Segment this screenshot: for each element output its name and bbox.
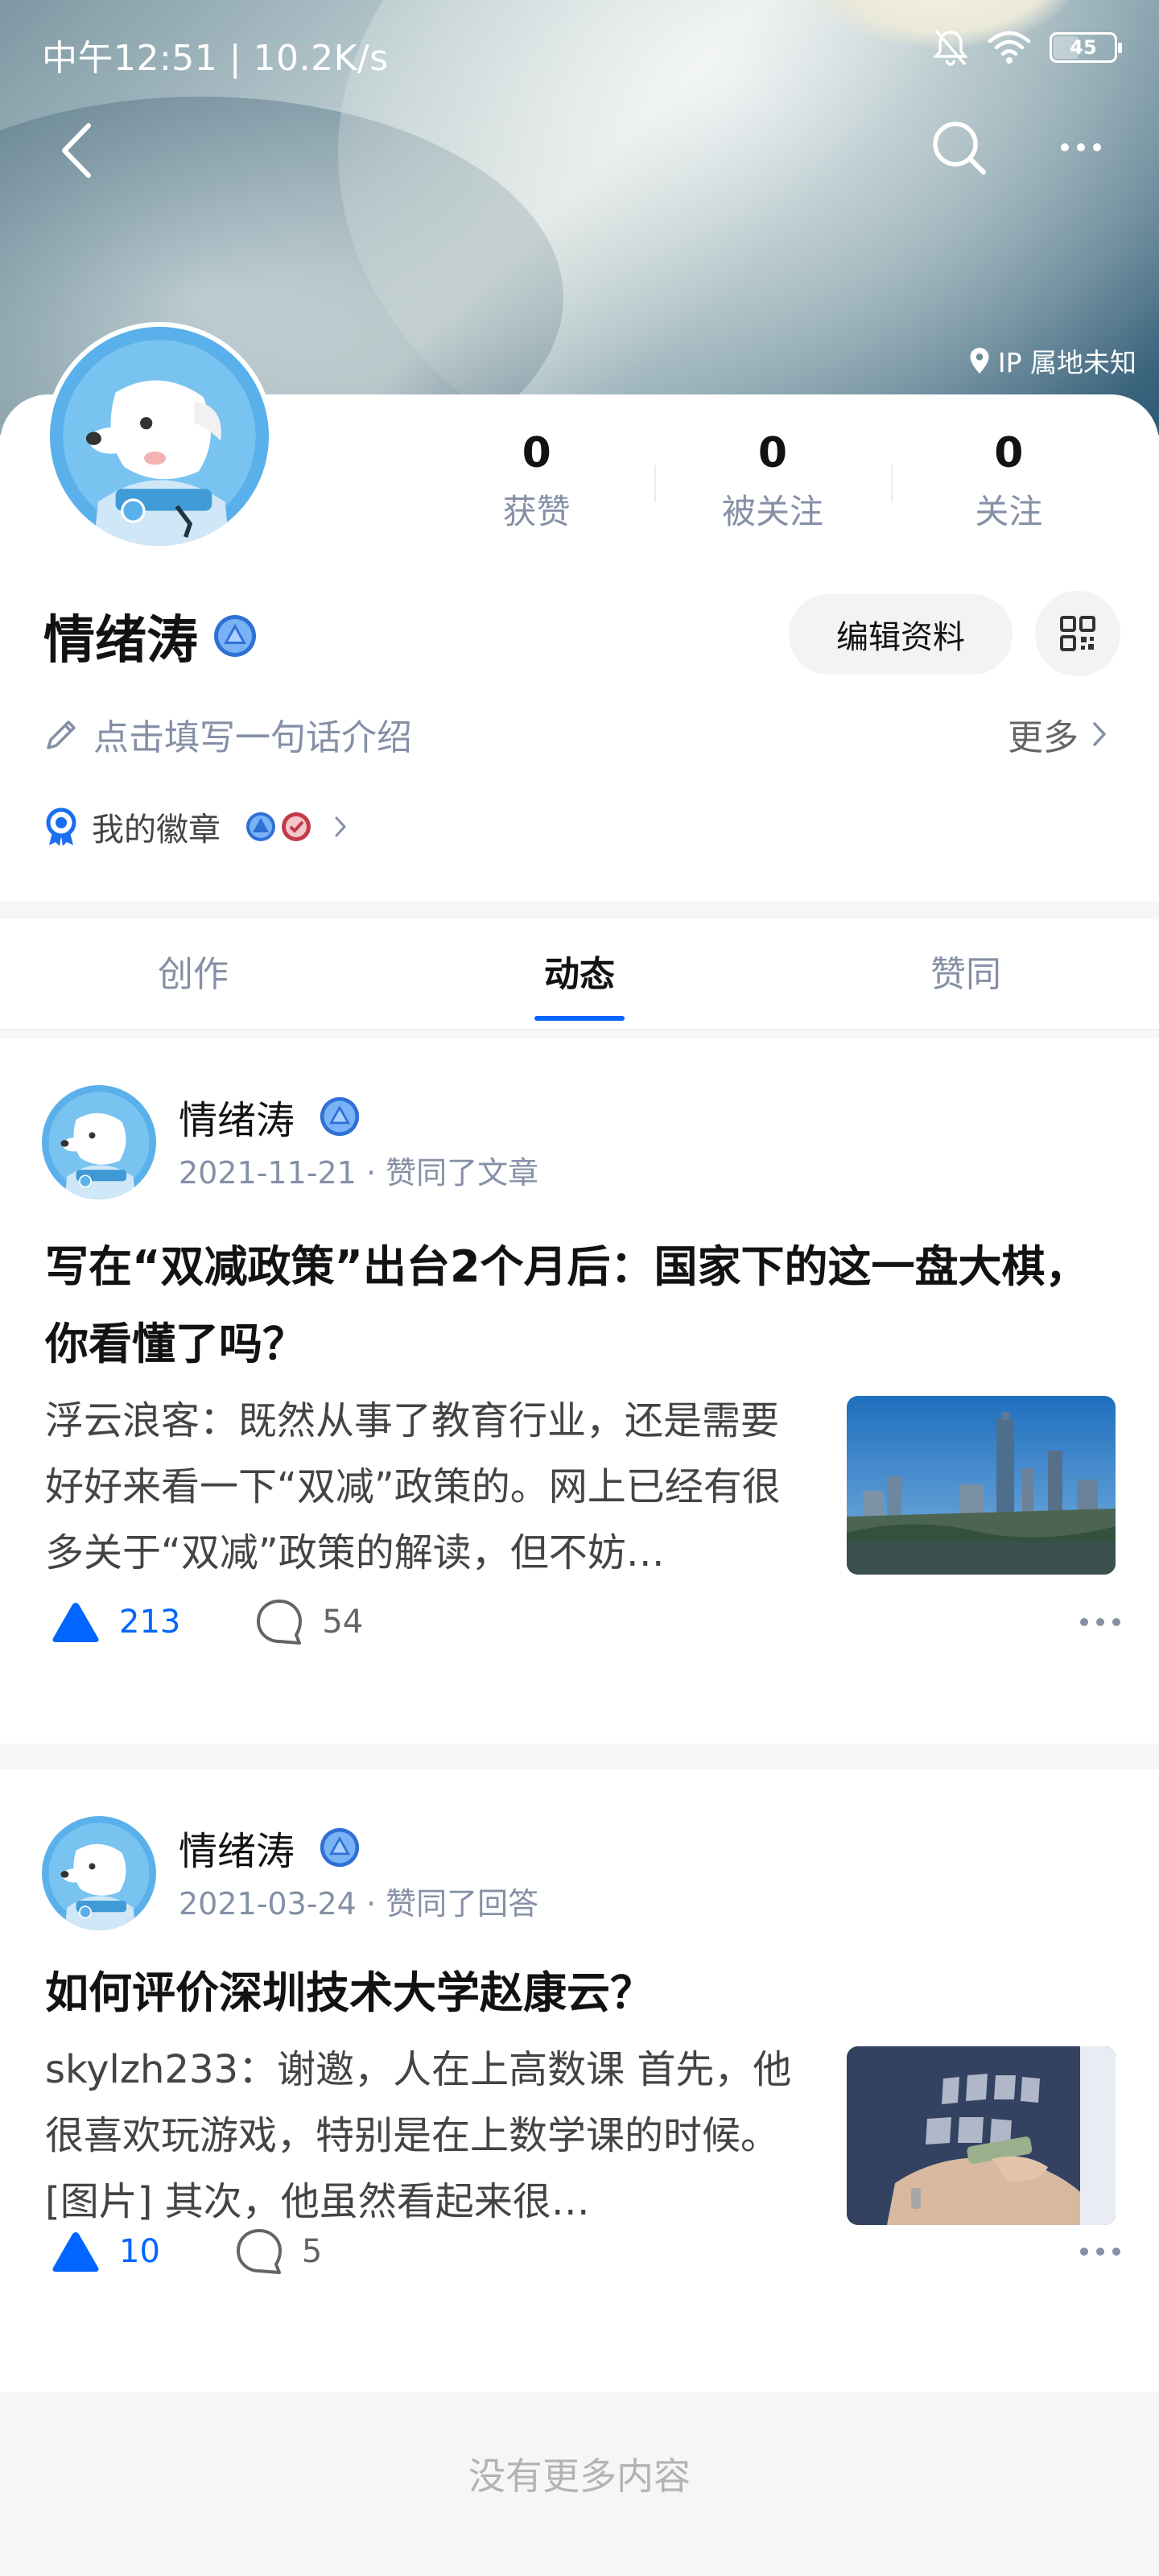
edit-profile-button[interactable]: 编辑资料 <box>789 594 1013 675</box>
feed-thumbnail[interactable] <box>847 1396 1116 1575</box>
more-options-icon[interactable] <box>1045 129 1117 166</box>
comment-count: 54 <box>322 1604 364 1641</box>
feed-meta: 2021-11-21 · 赞同了文章 <box>179 1155 539 1191</box>
feed-title[interactable]: 如何评价深圳技术大学赵康云？ <box>45 1955 1124 2032</box>
profile-name: 情绪涛 <box>43 599 258 673</box>
chevron-right-icon <box>1093 722 1106 746</box>
upvote-button[interactable]: 213 <box>50 1600 180 1645</box>
status-icons: 45 <box>932 27 1122 68</box>
feed-item[interactable]: 情绪涛 2021-03-24 · 赞同了回答 如何评价深圳技术大学赵康云？ sk… <box>0 1769 1159 2392</box>
my-badges-label: 我的徽章 <box>92 811 221 848</box>
battery-level: 45 <box>1070 36 1097 59</box>
status-time: 中午12:51 | 10.2K/s <box>42 38 389 79</box>
city-skyline-image <box>847 1396 1116 1575</box>
tab-upvotes[interactable]: 赞同 <box>773 919 1159 1029</box>
stat-likes-value: 0 <box>522 429 551 477</box>
upvote-button[interactable]: 10 <box>50 2229 160 2274</box>
feed-author[interactable]: 情绪涛 <box>179 1088 361 1145</box>
upvote-count: 213 <box>119 1604 181 1641</box>
more-options-icon[interactable] <box>1080 2248 1120 2256</box>
creator-badge-icon <box>320 1827 360 1868</box>
stat-followers-value: 0 <box>757 429 788 477</box>
creator-badge-icon <box>320 1096 360 1137</box>
back-arrow-icon[interactable] <box>50 114 106 187</box>
battery-icon: 45 <box>1050 32 1122 63</box>
profile-tabs: 创作 动态 赞同 <box>0 919 1159 1030</box>
qr-code-icon <box>1060 616 1095 651</box>
feed-action: 赞同了回答 <box>386 1886 539 1922</box>
qr-code-button[interactable] <box>1035 591 1120 676</box>
bio-placeholder: 点击填写一句话介绍 <box>93 717 412 758</box>
upvote-triangle-icon <box>52 1603 99 1642</box>
feed-avatar[interactable] <box>42 1085 156 1199</box>
feed-excerpt[interactable]: 浮云浪客：既然从事了教育行业，还是需要好好来看一下“双减”政策的。网上已经有很多… <box>45 1388 818 1586</box>
comment-bubble-icon <box>257 1600 303 1645</box>
feed-item[interactable]: 情绪涛 2021-11-21 · 赞同了文章 写在“双减政策”出台2个月后：国家… <box>0 1038 1159 1744</box>
upvote-count: 10 <box>119 2233 160 2270</box>
dog-astronaut-avatar-icon <box>42 1816 156 1930</box>
stat-likes[interactable]: 0 获赞 <box>419 425 654 554</box>
comment-button[interactable]: 5 <box>234 2227 322 2277</box>
dog-astronaut-avatar-icon <box>42 1085 156 1199</box>
more-options-icon[interactable] <box>1080 1618 1120 1626</box>
comment-bubble-icon <box>236 2229 282 2274</box>
feed-author-name: 情绪涛 <box>179 1829 295 1874</box>
feed-thumbnail[interactable] <box>847 2046 1116 2225</box>
dog-astronaut-avatar-icon <box>50 327 269 546</box>
pencil-icon <box>47 720 76 749</box>
ip-location-text: IP 属地未知 <box>997 347 1136 378</box>
chevron-right-icon <box>335 816 346 837</box>
profile-more-link[interactable]: 更多 <box>1008 708 1107 760</box>
feed-excerpt[interactable]: skylzh233：谢邀，人在上高数课 首先，他很喜欢玩游戏，特别是在上数学课的… <box>45 2037 818 2235</box>
stat-following[interactable]: 0 关注 <box>890 425 1127 554</box>
feed-meta: 2021-03-24 · 赞同了回答 <box>179 1886 539 1922</box>
stat-following-value: 0 <box>994 429 1024 477</box>
tab-creations[interactable]: 创作 <box>0 919 386 1029</box>
profile-more-label: 更多 <box>1008 717 1079 758</box>
person-with-phone-image <box>847 2046 1116 2225</box>
my-badges-link[interactable]: 我的徽章 <box>42 803 348 850</box>
mute-bell-icon <box>933 29 968 66</box>
comment-button[interactable]: 54 <box>254 1597 363 1647</box>
profile-name-text: 情绪涛 <box>43 611 198 671</box>
feed-author-name: 情绪涛 <box>179 1098 295 1143</box>
feed-date: 2021-03-24 <box>179 1886 357 1922</box>
wifi-icon <box>988 31 1031 64</box>
medal-icon <box>46 807 76 846</box>
stat-followers[interactable]: 0 被关注 <box>654 425 890 554</box>
stat-followers-label: 被关注 <box>721 492 823 531</box>
stat-following-label: 关注 <box>975 492 1043 531</box>
feed-author[interactable]: 情绪涛 <box>179 1819 361 1876</box>
ip-location: IP 属地未知 <box>969 341 1136 380</box>
search-icon[interactable] <box>929 118 990 179</box>
no-more-content: 没有更多内容 <box>468 2454 691 2498</box>
status-bar: 中午12:51 | 10.2K/s 45 <box>0 0 1159 105</box>
verified-badge-icon <box>282 812 311 841</box>
stat-likes-label: 获赞 <box>502 492 571 531</box>
section-divider <box>0 902 1159 919</box>
feed-action: 赞同了文章 <box>386 1155 539 1191</box>
creator-badge-small-icon <box>246 812 275 841</box>
location-pin-icon <box>970 348 989 374</box>
avatar[interactable] <box>45 322 274 551</box>
bio-edit[interactable]: 点击填写一句话介绍 <box>43 708 412 760</box>
excerpt-author: skylzh233 <box>45 2047 239 2092</box>
creator-badge-icon[interactable] <box>212 613 258 658</box>
feed-actions: 213 54 <box>50 1594 1120 1650</box>
feed-actions: 10 5 <box>50 2223 1120 2280</box>
profile-stats: 0 获赞 0 被关注 0 关注 <box>419 425 1127 554</box>
comment-count: 5 <box>301 2233 323 2270</box>
tab-activity[interactable]: 动态 <box>386 919 773 1029</box>
upvote-triangle-icon <box>52 2232 99 2272</box>
feed-date: 2021-11-21 <box>179 1155 357 1191</box>
feed-title[interactable]: 写在“双减政策”出台2个月后：国家下的这一盘大棋，你看懂了吗？ <box>45 1228 1124 1383</box>
feed-avatar[interactable] <box>42 1816 156 1930</box>
excerpt-author: 浮云浪客 <box>45 1398 200 1443</box>
